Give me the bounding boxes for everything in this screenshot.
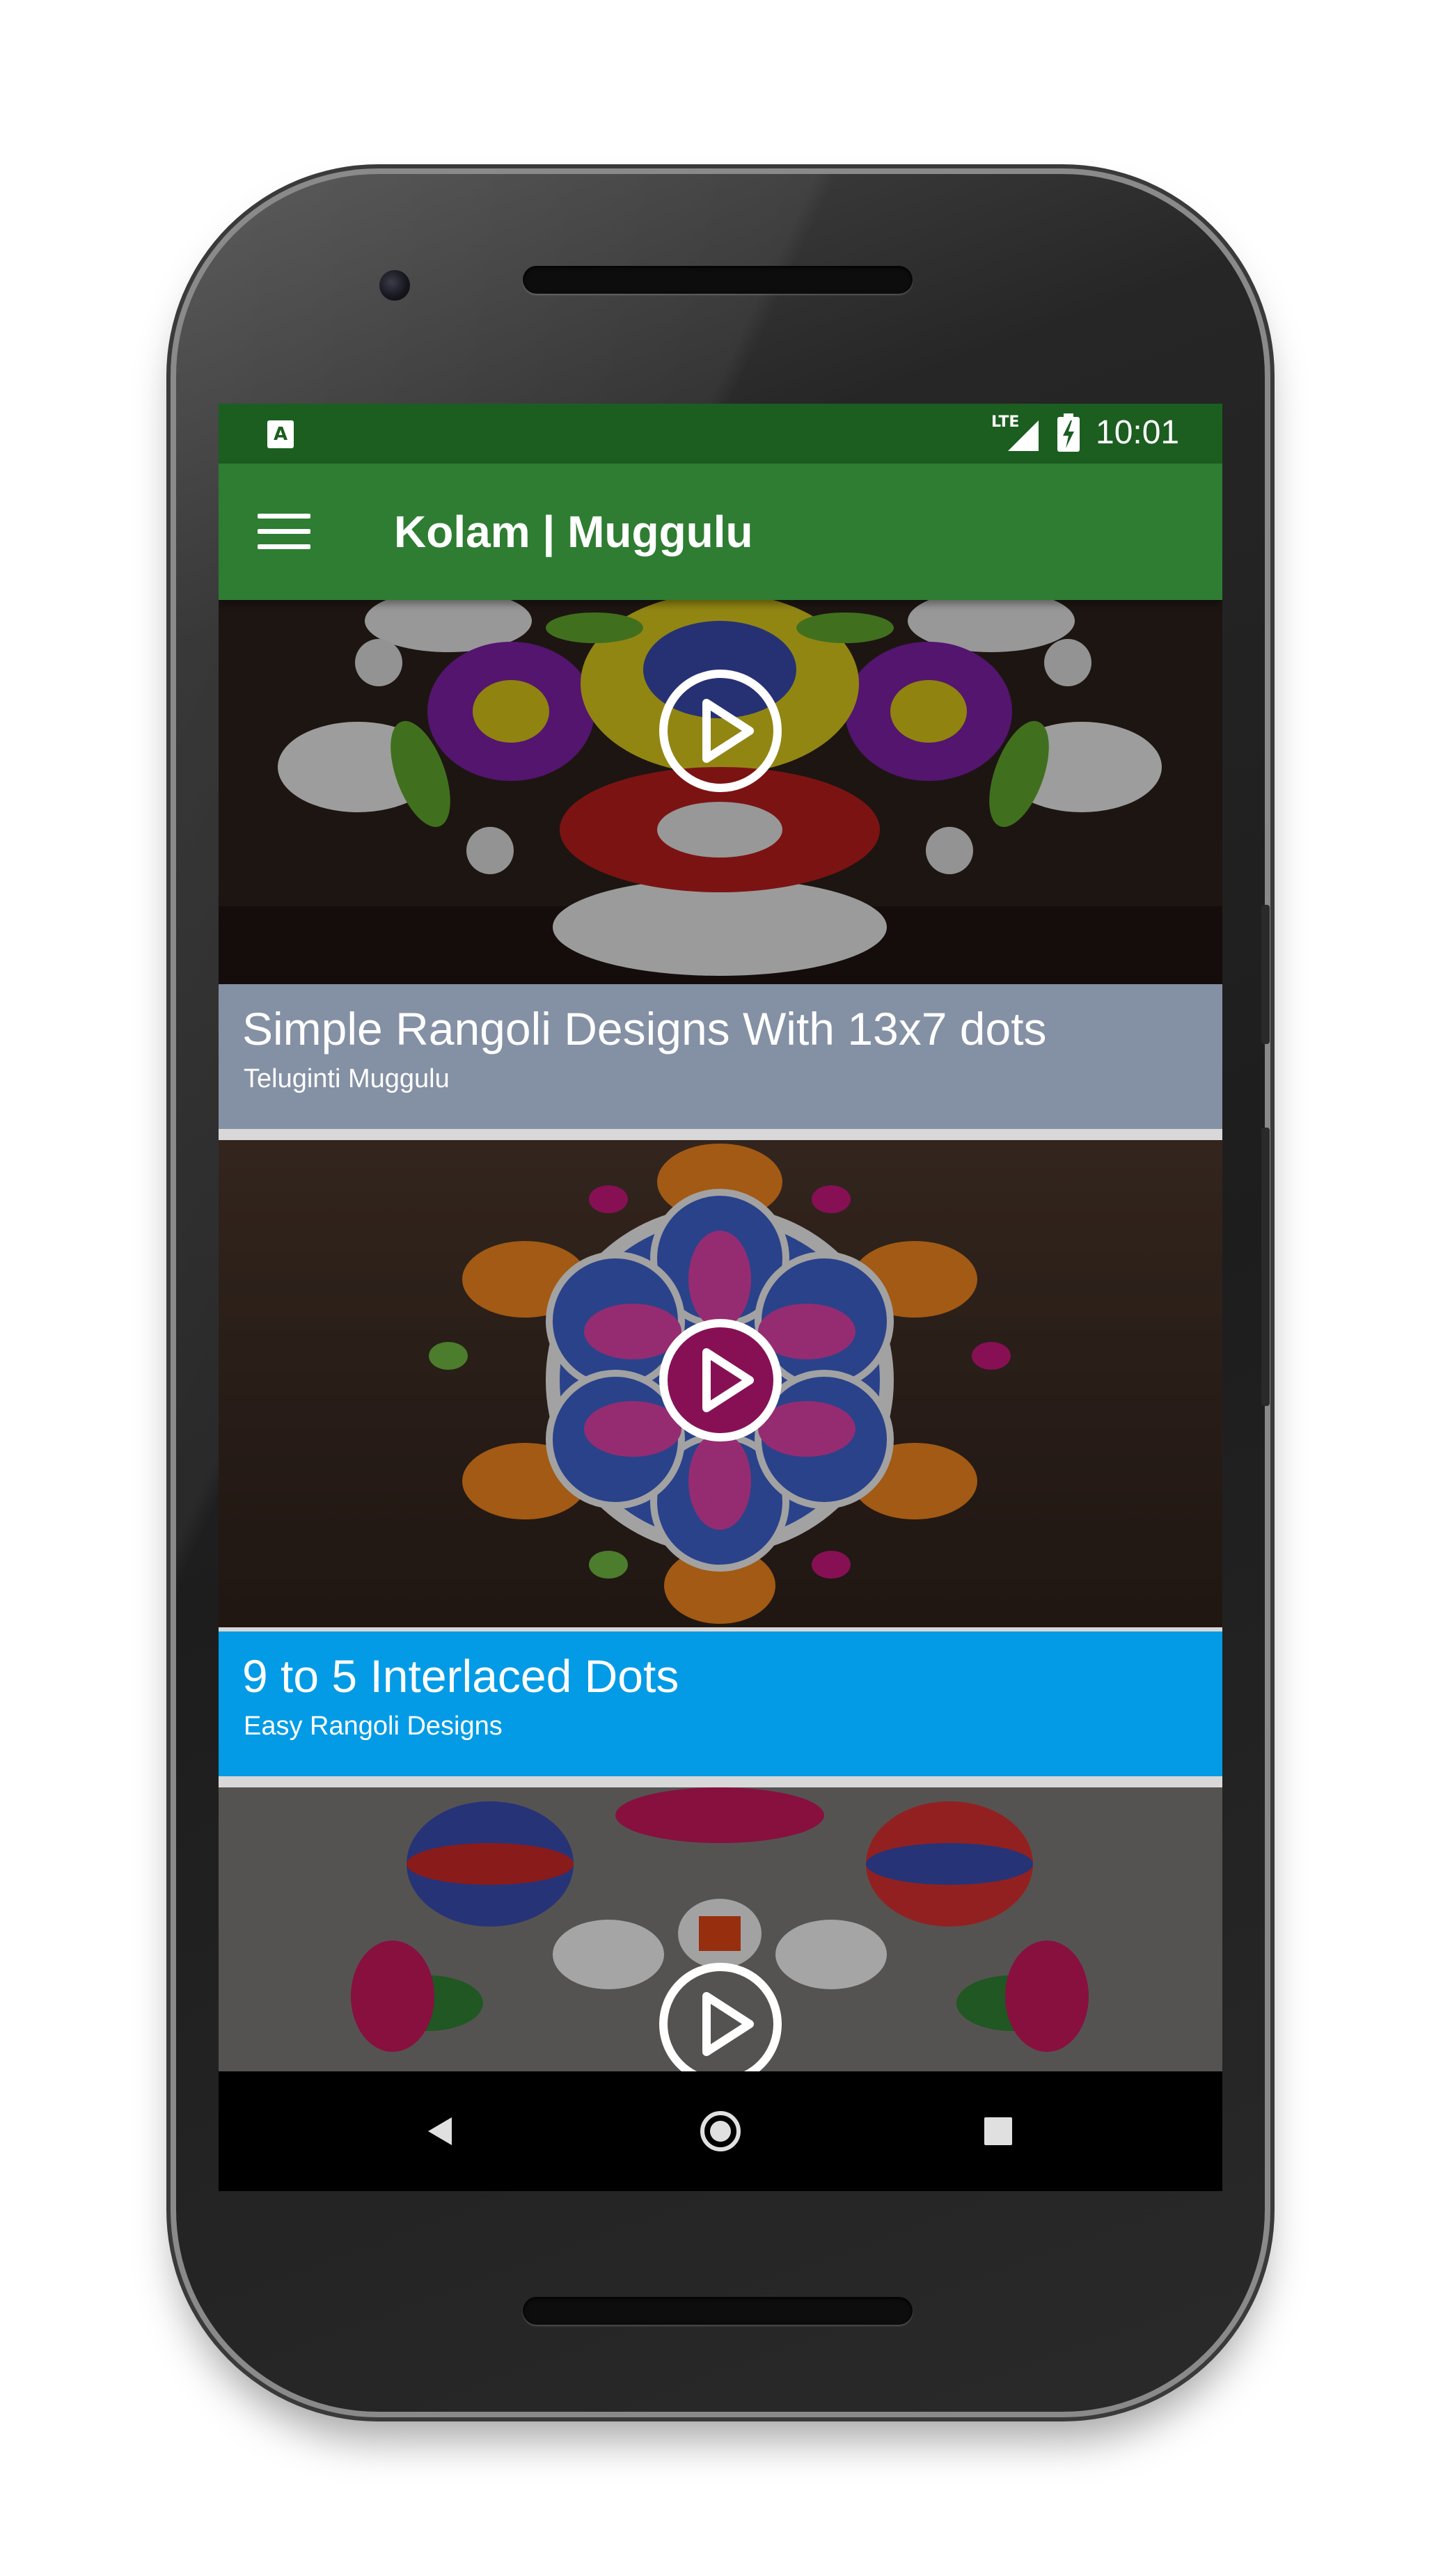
back-triangle-icon[interactable] (424, 2115, 457, 2148)
video-caption[interactable]: Simple Rangoli Designs With 13x7 dots Te… (219, 984, 1222, 1129)
video-title: 9 to 5 Interlaced Dots (242, 1650, 679, 1702)
power-button (1261, 1128, 1270, 1406)
app-bar: Kolam | Muggulu (219, 464, 1222, 600)
notification-app-icon: A (267, 420, 294, 448)
play-circle-icon[interactable] (658, 1318, 783, 1443)
video-feed[interactable]: Simple Rangoli Designs With 13x7 dots Te… (219, 600, 1222, 2071)
video-subtitle: Easy Rangoli Designs (244, 1712, 503, 1741)
video-title: Simple Rangoli Designs With 13x7 dots (242, 1003, 1047, 1054)
recents-square-icon[interactable] (983, 2116, 1014, 2147)
signal-icon (1008, 420, 1039, 451)
video-card[interactable] (219, 1787, 1222, 2071)
system-navigation-bar (219, 2071, 1222, 2191)
video-card[interactable]: Simple Rangoli Designs With 13x7 dots Te… (219, 600, 1222, 1129)
status-clock: 10:01 (1096, 414, 1180, 451)
play-circle-icon[interactable] (658, 1961, 783, 2071)
video-caption[interactable]: 9 to 5 Interlaced Dots Easy Rangoli Desi… (219, 1631, 1222, 1776)
play-circle-icon[interactable] (658, 668, 783, 793)
battery-charging-icon (1057, 413, 1080, 452)
front-camera (379, 270, 410, 301)
app-title: Kolam | Muggulu (394, 507, 753, 557)
status-bar: A LTE 10:01 (219, 404, 1222, 464)
home-circle-icon[interactable] (699, 2110, 742, 2153)
bottom-speaker (523, 2297, 913, 2325)
screen: A LTE 10:01 Kolam | Muggulu Simple Rango… (219, 404, 1222, 2191)
video-subtitle: Teluginti Muggulu (244, 1064, 450, 1093)
volume-button (1261, 905, 1270, 1044)
hamburger-menu-icon[interactable] (258, 505, 310, 558)
earpiece-speaker (523, 266, 913, 294)
video-card[interactable]: 9 to 5 Interlaced Dots Easy Rangoli Desi… (219, 1140, 1222, 1776)
